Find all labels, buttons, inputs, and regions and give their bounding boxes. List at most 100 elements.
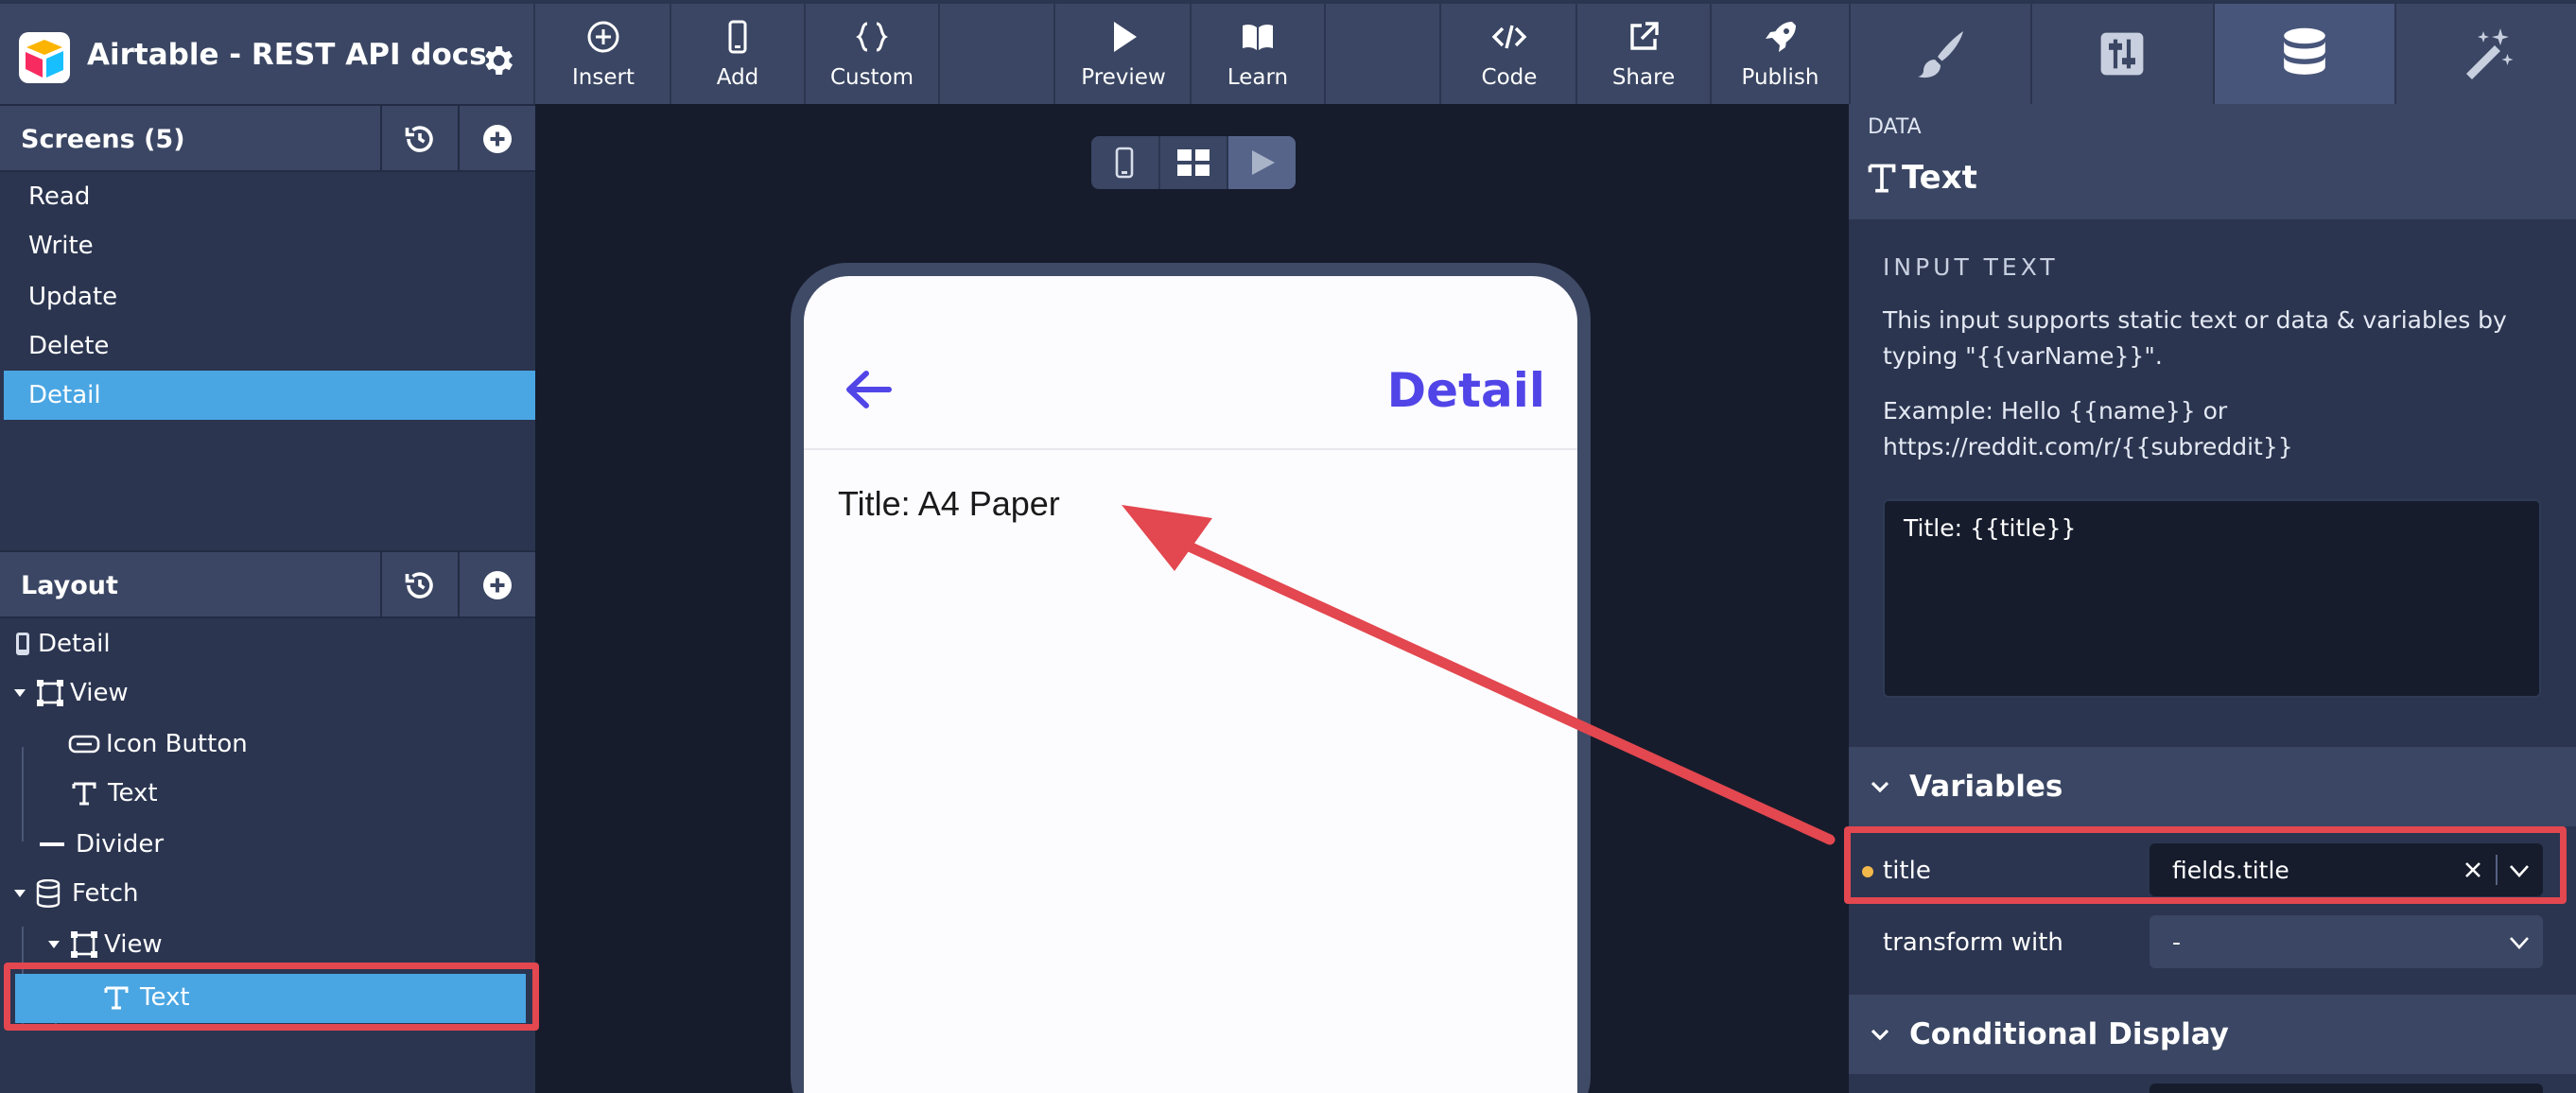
example-text: Example: Hello {{name}} or https://reddi… [1883, 397, 2293, 460]
conditional-display-title: Conditional Display [1909, 1017, 2229, 1051]
divider-icon [40, 840, 64, 849]
app-title: Airtable - REST API docs [87, 38, 487, 72]
text-icon [1868, 164, 1896, 193]
screens-title: Screens (5) [21, 125, 185, 154]
toolbar-spacer [940, 4, 1055, 104]
brand-area: Airtable - REST API docs [0, 4, 535, 104]
screens-history-button[interactable] [380, 106, 458, 172]
panel-title: Text [1902, 159, 1977, 197]
variables-title: Variables [1909, 770, 2063, 804]
play-view-button[interactable] [1228, 136, 1296, 189]
mobile-device-icon [1116, 147, 1134, 179]
highlight-box-variable-row [1844, 826, 2567, 904]
caret-down-icon[interactable] [13, 887, 26, 900]
tab-style[interactable] [1849, 4, 2030, 104]
input-text-section-title: INPUT TEXT [1883, 253, 2059, 281]
variables-section-header[interactable]: Variables [1849, 747, 2576, 826]
top-toolbar: Airtable - REST API docs Insert Add Cust… [0, 0, 1849, 104]
layout-item-text[interactable]: Text [72, 770, 158, 817]
add-label: Add [716, 65, 759, 90]
magic-wand-icon [2465, 28, 2514, 79]
paintbrush-icon [1918, 31, 1964, 78]
airtable-logo-icon [19, 32, 70, 83]
highlight-box-layout-text [4, 963, 539, 1031]
preview-title-text[interactable]: Title: A4 Paper [838, 484, 1060, 524]
back-arrow-icon[interactable] [844, 369, 893, 410]
custom-button[interactable]: Custom [806, 4, 940, 104]
code-label: Code [1481, 65, 1538, 90]
tab-magic[interactable] [2393, 4, 2576, 104]
caret-down-icon[interactable] [47, 938, 61, 951]
screen-item-delete[interactable]: Delete [4, 321, 535, 371]
phone-icon [13, 632, 32, 656]
add-layout-component-button[interactable] [458, 552, 535, 618]
chevron-down-icon [2510, 937, 2529, 949]
share-button[interactable]: Share [1577, 4, 1712, 104]
screen-item-write[interactable]: Write [4, 221, 535, 270]
icon-button-icon [68, 734, 100, 755]
add-button[interactable]: Add [671, 4, 806, 104]
layout-item-view-nested[interactable]: View [47, 921, 163, 968]
screens-header: Screens (5) [0, 104, 535, 172]
tab-properties[interactable] [2030, 4, 2212, 104]
publish-label: Publish [1741, 65, 1819, 90]
layout-header: Layout [0, 550, 535, 618]
text-icon [72, 781, 96, 806]
phone-view-button[interactable] [1091, 136, 1160, 189]
layout-item-fetch[interactable]: Fetch [13, 870, 139, 917]
insert-label: Insert [572, 65, 635, 90]
help-text: This input supports static text or data … [1883, 306, 2507, 370]
preview-label: Preview [1081, 65, 1166, 90]
history-icon [405, 572, 433, 599]
layout-item-icon-button[interactable]: Icon Button [68, 720, 248, 768]
learn-button[interactable]: Learn [1192, 4, 1326, 104]
play-icon [1114, 22, 1137, 52]
mobile-device-icon [728, 20, 747, 54]
layout-item-label: Text [108, 779, 158, 807]
tab-data[interactable] [2212, 4, 2394, 104]
app-window: Airtable - REST API docs Insert Add Cust… [0, 0, 2576, 1093]
publish-button[interactable]: Publish [1712, 4, 1849, 104]
add-screen-button[interactable] [458, 106, 535, 172]
curly-braces-icon [856, 22, 888, 52]
phone-screen: Detail Title: A4 Paper [804, 276, 1577, 1093]
view-frame-icon [36, 679, 64, 707]
toolbar-spacer-2 [1326, 4, 1441, 104]
transform-select[interactable]: - [2150, 915, 2543, 968]
left-panel: Screens (5) Read Write Update Delete Det… [0, 104, 535, 1093]
layout-item-divider[interactable]: Divider [40, 821, 164, 868]
conditional-display-header[interactable]: Conditional Display [1849, 995, 2576, 1074]
history-icon [405, 126, 433, 152]
custom-label: Custom [829, 65, 914, 90]
transform-row: transform with - [1849, 910, 2576, 976]
screen-item-read[interactable]: Read [4, 172, 535, 221]
learn-label: Learn [1227, 65, 1289, 90]
screen-item-detail[interactable]: Detail [4, 371, 535, 420]
screen-title: Detail [1386, 363, 1545, 418]
code-button[interactable]: Code [1443, 4, 1577, 104]
sliders-icon [2100, 32, 2144, 76]
layout-item-view[interactable]: View [13, 669, 129, 717]
property-panel-tabs [1849, 0, 2576, 104]
gear-icon[interactable] [479, 42, 516, 79]
code-icon [1491, 25, 1527, 49]
chevron-down-icon [1871, 781, 1889, 793]
database-icon [36, 879, 61, 908]
layout-item-detail[interactable]: Detail [13, 620, 111, 668]
external-link-icon [1630, 22, 1659, 50]
input-text-field[interactable]: Title: {{title}} [1883, 499, 2541, 698]
layout-history-button[interactable] [380, 552, 458, 618]
play-icon [1251, 150, 1275, 175]
rocket-icon [1765, 22, 1796, 52]
layout-item-label: View [104, 930, 163, 959]
plus-circle-icon [483, 571, 512, 599]
caret-down-icon[interactable] [13, 686, 26, 700]
screen-item-update[interactable]: Update [4, 272, 535, 321]
preview-button[interactable]: Preview [1057, 4, 1192, 104]
transform-value: - [2172, 928, 2182, 956]
insert-button[interactable]: Insert [537, 4, 671, 104]
chevron-down-icon [1871, 1029, 1889, 1041]
property-panel-header: DATA Text [1849, 104, 2576, 219]
grid-view-button[interactable] [1160, 136, 1229, 189]
plus-circle-icon [483, 125, 512, 153]
